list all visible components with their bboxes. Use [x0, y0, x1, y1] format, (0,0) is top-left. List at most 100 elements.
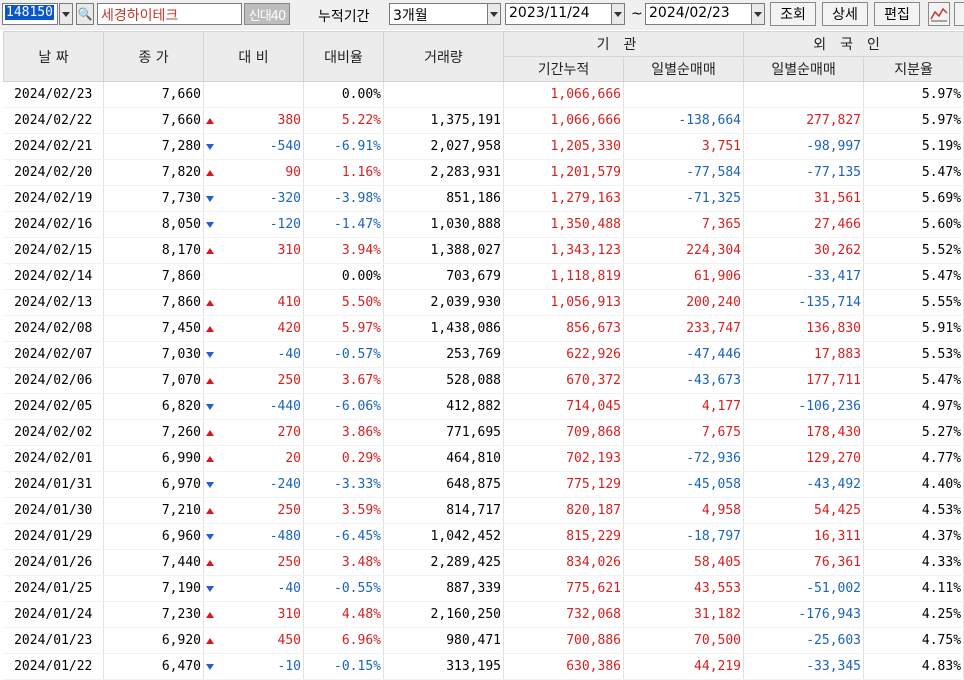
table-row[interactable]: 2024/01/29 6,960 -480 -6.45% 1,042,452 815,22… [3, 523, 964, 550]
up-triangle-icon [206, 325, 214, 332]
cell-close: 7,860 [103, 263, 204, 290]
table-row[interactable]: 2024/02/14 7,860 0.00% 703,679 1,118,819 61,9… [3, 263, 964, 290]
table-row[interactable]: 2024/02/02 7,260 270 3.86% 771,695 709,868 7,6… [3, 419, 964, 446]
cell-close: 7,660 [103, 81, 204, 108]
table-row[interactable]: 2024/02/07 7,030 -40 -0.57% 253,769 622,926 -4… [3, 341, 964, 368]
change-value: 250 [277, 373, 301, 388]
stock-code-input[interactable]: 148150 [2, 3, 58, 25]
cell-change-rate: -3.98% [303, 185, 384, 212]
cell-close: 7,440 [103, 549, 204, 576]
header-inst-daily[interactable]: 일별순매매 [622, 56, 745, 82]
edit-button[interactable]: 편집 [874, 2, 920, 26]
cell-date: 2024/01/26 [3, 549, 104, 576]
cell-volume: 528,088 [383, 367, 504, 394]
header-date[interactable]: 날 짜 [3, 31, 104, 82]
cell-change: 90 [203, 159, 304, 186]
cell-change: -480 [203, 523, 304, 550]
cell-inst-daily: -72,936 [623, 445, 745, 472]
table-row[interactable]: 2024/02/01 6,990 20 0.29% 464,810 702,193 -72,… [3, 445, 964, 472]
up-triangle-icon [206, 169, 214, 176]
cell-volume: 313,195 [383, 653, 504, 680]
up-triangle-icon [206, 299, 214, 306]
table-row[interactable]: 2024/02/21 7,280 -540 -6.91% 2,027,958 1,205,… [3, 133, 964, 160]
cell-inst-daily: -47,446 [623, 341, 745, 368]
query-button[interactable]: 조회 [770, 2, 816, 26]
cell-date: 2024/02/20 [3, 159, 104, 186]
cell-date: 2024/02/15 [3, 237, 104, 264]
cell-inst-cumulative: 1,279,163 [503, 185, 624, 212]
cell-inst-daily: 44,219 [623, 653, 745, 680]
cell-date: 2024/01/29 [3, 523, 104, 550]
date-to-picker-button[interactable] [751, 3, 765, 25]
cell-foreign-ratio: 5.52% [863, 237, 964, 264]
period-dropdown-button[interactable] [487, 3, 501, 25]
table-row[interactable]: 2024/01/24 7,230 310 4.48% 2,160,250 732,068 3… [3, 601, 964, 628]
search-icon[interactable]: 🔍 [76, 3, 94, 25]
change-value: 270 [277, 425, 301, 440]
cell-close: 6,960 [103, 523, 204, 550]
down-triangle-icon [206, 403, 214, 410]
date-to-field[interactable]: 2024/02/23 [645, 3, 753, 25]
cell-date: 2024/02/22 [3, 107, 104, 134]
change-value: 380 [277, 113, 301, 128]
cell-volume [383, 81, 504, 108]
cell-change-rate: 1.16% [303, 159, 384, 186]
header-foreign-group: 외국인 [743, 31, 964, 57]
cell-inst-cumulative: 714,045 [503, 393, 624, 420]
header-close[interactable]: 종 가 [103, 31, 204, 82]
cell-foreign-daily: 16,311 [743, 523, 865, 550]
cell-volume: 2,160,250 [383, 601, 504, 628]
cell-inst-daily: -77,584 [623, 159, 745, 186]
table-row[interactable]: 2024/01/30 7,210 250 3.59% 814,717 820,187 4,9… [3, 497, 964, 524]
table-row[interactable]: 2024/02/15 8,170 310 3.94% 1,388,027 1,343,12… [3, 237, 964, 264]
detail-button[interactable]: 상세 [822, 2, 868, 26]
table-row[interactable]: 2024/02/16 8,050 -120 -1.47% 1,030,888 1,350,… [3, 211, 964, 238]
cell-date: 2024/02/14 [3, 263, 104, 290]
period-select[interactable]: 3개월 [389, 3, 489, 25]
stock-name-field[interactable]: 세경하이테크 [97, 3, 242, 25]
header-foreign-daily[interactable]: 일별순매매 [743, 56, 865, 82]
cell-volume: 851,186 [383, 185, 504, 212]
cell-date: 2024/01/31 [3, 471, 104, 498]
table-row[interactable]: 2024/02/22 7,660 380 5.22% 1,375,191 1,066,66… [3, 107, 964, 134]
table-row[interactable]: 2024/02/05 6,820 -440 -6.06% 412,882 714,045 4… [3, 393, 964, 420]
date-from-field[interactable]: 2023/11/24 [505, 3, 613, 25]
header-volume[interactable]: 거래량 [383, 31, 504, 82]
chart-icon[interactable] [928, 2, 950, 26]
table-row[interactable]: 2024/01/26 7,440 250 3.48% 2,289,425 834,026 5… [3, 549, 964, 576]
header-change[interactable]: 대 비 [203, 31, 304, 82]
cell-foreign-ratio: 4.33% [863, 549, 964, 576]
cell-inst-cumulative: 702,193 [503, 445, 624, 472]
cell-foreign-daily: -77,135 [743, 159, 865, 186]
header-foreign-ratio[interactable]: 지분율 [863, 56, 964, 82]
cell-inst-cumulative: 622,926 [503, 341, 624, 368]
cell-foreign-ratio: 5.97% [863, 107, 964, 134]
cell-foreign-daily: -98,997 [743, 133, 865, 160]
header-inst-cumulative[interactable]: 기간누적 [503, 56, 624, 82]
table-row[interactable]: 2024/02/08 7,450 420 5.97% 1,438,086 856,673 2… [3, 315, 964, 342]
date-from-picker-button[interactable] [611, 3, 625, 25]
cell-volume: 771,695 [383, 419, 504, 446]
cell-foreign-ratio: 5.19% [863, 133, 964, 160]
table-row[interactable]: 2024/02/23 7,660 0.00% 1,066,666 5.97% [3, 81, 964, 108]
table-row[interactable]: 2024/01/22 6,470 -10 -0.15% 313,195 630,386 44… [3, 653, 964, 680]
table-row[interactable]: 2024/01/31 6,970 -240 -3.33% 648,875 775,129-… [3, 471, 964, 498]
change-value: 450 [277, 633, 301, 648]
table-row[interactable]: 2024/01/23 6,920 450 6.96% 980,471 700,886 70,… [3, 627, 964, 654]
grid-icon[interactable] [954, 2, 964, 26]
table-row[interactable]: 2024/02/13 7,860 410 5.50% 2,039,930 1,056,91… [3, 289, 964, 316]
cell-change-rate: 3.67% [303, 367, 384, 394]
cell-foreign-ratio: 4.25% [863, 601, 964, 628]
cell-foreign-daily: -25,603 [743, 627, 865, 654]
table-row[interactable]: 2024/02/06 7,070 250 3.67% 528,088 670,372 -43… [3, 367, 964, 394]
stock-code-dropdown-button[interactable] [59, 3, 73, 25]
cell-inst-cumulative: 1,066,666 [503, 81, 624, 108]
cell-inst-daily: -18,797 [623, 523, 745, 550]
table-row[interactable]: 2024/02/19 7,730 -320 -3.98% 851,186 1,279,16… [3, 185, 964, 212]
cell-close: 7,230 [103, 601, 204, 628]
table-row[interactable]: 2024/01/25 7,190 -40 -0.55% 887,339 775,621 43… [3, 575, 964, 602]
up-triangle-icon [206, 455, 214, 462]
header-change-rate[interactable]: 대비율 [303, 31, 384, 82]
table-row[interactable]: 2024/02/20 7,820 90 1.16% 2,283,931 1,201,579… [3, 159, 964, 186]
cell-change-rate: 3.94% [303, 237, 384, 264]
